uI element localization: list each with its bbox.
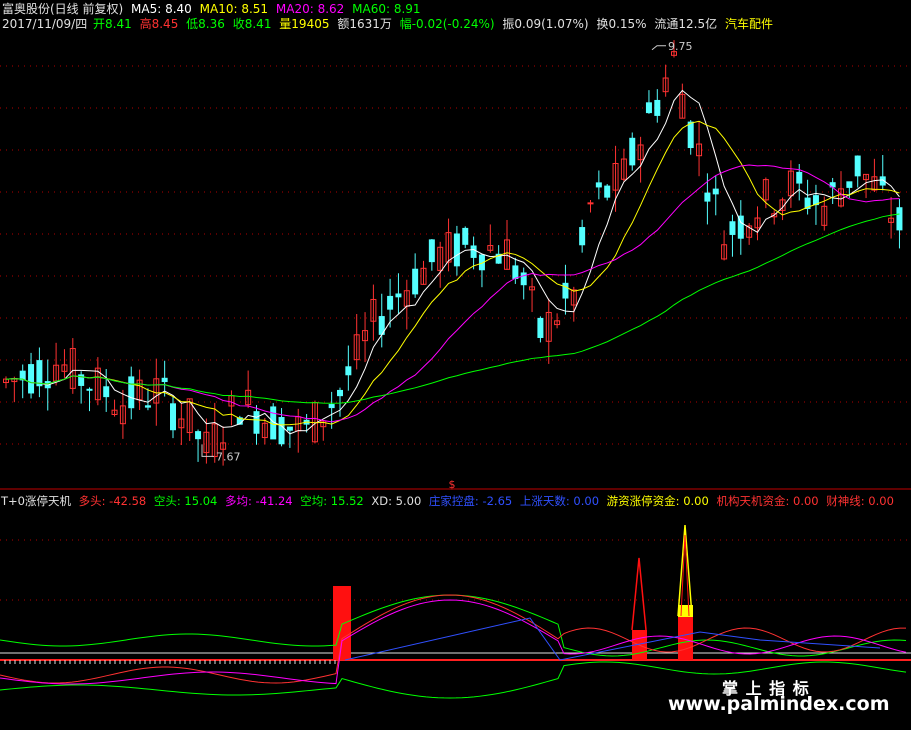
candle-down [128, 376, 135, 409]
quote-high: 高8.45 [139, 17, 179, 31]
candle-up [587, 202, 594, 205]
candle-down [395, 293, 402, 298]
candle-down [412, 268, 419, 295]
candle-down [654, 99, 661, 116]
candle-down [537, 317, 544, 338]
quote-sector: 汽车配件 [724, 17, 773, 31]
candle-down [195, 431, 202, 440]
candle-down [854, 155, 861, 177]
candle-down [286, 426, 293, 431]
quote-change: 幅-0.02(-0.24%) [399, 17, 495, 31]
duotou-line [0, 594, 907, 684]
high-pointer [651, 45, 666, 51]
quote-turnover: 换0.15% [596, 17, 647, 31]
stock-title: 富奥股份(日线 前复权) [2, 2, 124, 16]
quote-amount: 额1631万 [337, 17, 392, 31]
low-price-label: 7.67 [216, 450, 241, 463]
candle-down [28, 364, 35, 394]
candle-down [846, 181, 853, 188]
candle-down [144, 405, 151, 408]
candle-down [729, 221, 736, 235]
ind-duotou: 多头: -42.58 [78, 494, 147, 508]
candle-down [453, 233, 460, 267]
duojun-line [0, 599, 907, 685]
spike-red [680, 534, 690, 617]
candle-down [796, 171, 803, 184]
candle-down [337, 389, 343, 397]
ind-duojun: 多均: -41.24 [225, 494, 293, 508]
candle-down [86, 388, 93, 391]
candle-down [512, 265, 519, 280]
chart-canvas: 9.75 7.67 $ [0, 40, 911, 699]
quote-low: 低8.36 [186, 17, 225, 31]
watermark-url: www.palmindex.com [668, 693, 890, 715]
candle-down [428, 239, 435, 263]
candle-down [462, 227, 469, 245]
candle-down [36, 360, 43, 387]
candle-down [103, 386, 110, 398]
candle-down [579, 227, 586, 246]
ind-xd: XD: 5.00 [371, 494, 422, 508]
quote-date: 2017/11/09/四 [2, 17, 88, 31]
candle-down [629, 137, 636, 166]
ma60-label: MA60: 8.91 [352, 2, 421, 16]
candle-down [470, 245, 477, 258]
candle-down [328, 404, 335, 409]
ind-caishen: 财神线: 0.00 [826, 494, 894, 508]
indicator-header: T+0涨停天机 多头: -42.58 空头: 15.04 多均: -41.24 … [1, 494, 898, 508]
candle-down [562, 282, 569, 299]
ind-youzi: 游资涨停资金: 0.00 [606, 494, 709, 508]
ind-kongtou: 空头: 15.04 [153, 494, 218, 508]
quote-open: 开8.41 [93, 17, 132, 31]
candle-down [387, 295, 394, 310]
candle-down [161, 377, 168, 383]
marker-label: $ [449, 478, 456, 491]
candle-down [645, 102, 652, 114]
candle-down [687, 121, 694, 149]
candle-down [520, 272, 527, 286]
ind-shangzhang: 上涨天数: 0.00 [519, 494, 600, 508]
kongtou-line [0, 594, 907, 657]
ind-kongjun: 空均: 15.52 [300, 494, 364, 508]
spike-red [631, 557, 647, 631]
header-quote-row: 2017/11/09/四 开8.41 高8.45 低8.36 收8.41 量19… [2, 17, 777, 31]
candle-down [253, 411, 260, 434]
candle-down [345, 366, 352, 376]
candle-down [712, 188, 719, 195]
high-price-label: 9.75 [668, 40, 693, 53]
candle-down [170, 403, 176, 431]
candle-down [278, 417, 285, 445]
quote-float: 流通12.5亿 [654, 17, 718, 31]
ind-jigou: 机构天机资金: 0.00 [716, 494, 819, 508]
limit-up-bar [333, 586, 351, 660]
candle-down [604, 185, 611, 198]
indicator-name: T+0涨停天机 [1, 494, 71, 508]
quote-amplitude: 振0.09(1.07%) [502, 17, 589, 31]
quote-close: 收8.41 [232, 17, 272, 31]
ma5-label: MA5: 8.40 [131, 2, 192, 16]
candle-down [595, 182, 602, 188]
ma20-label: MA20: 8.62 [275, 2, 345, 16]
candle-down [704, 192, 711, 202]
zhuangjia-line [344, 617, 881, 661]
header-ma-row: 富奥股份(日线 前复权) MA5: 8.40 MA10: 8.51 MA20: … [2, 2, 425, 16]
quote-volume: 量19405 [279, 17, 330, 31]
candle-down [896, 207, 903, 231]
ma10-label: MA10: 8.51 [199, 2, 269, 16]
ind-zhuangjia: 庄家控盘: -2.65 [428, 494, 513, 508]
